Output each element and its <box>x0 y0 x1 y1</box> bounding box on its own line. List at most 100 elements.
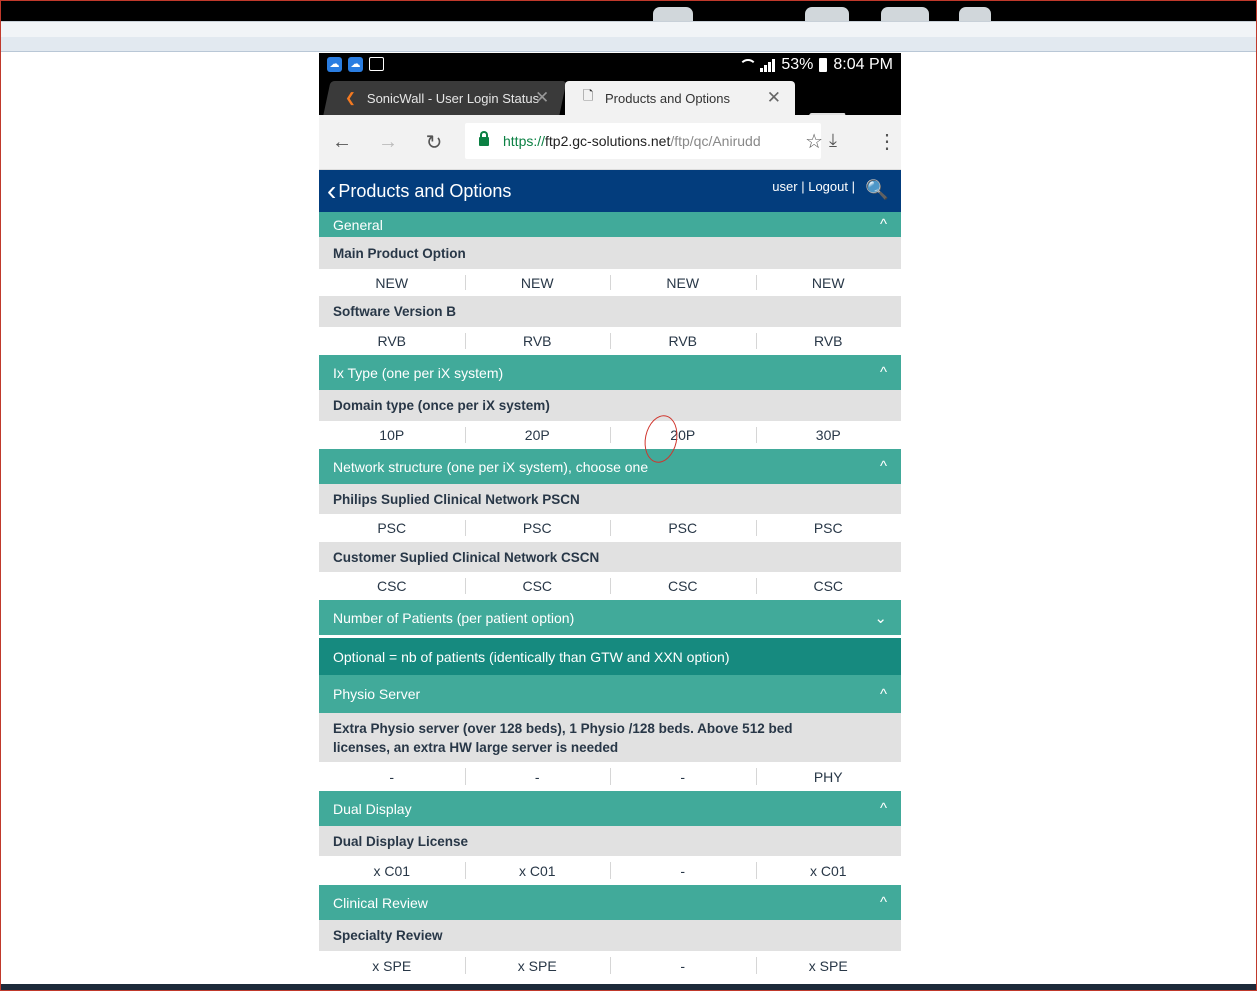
section-title: General <box>333 216 383 233</box>
download-icon[interactable]: ⤓ <box>829 130 837 151</box>
chevron-down-icon[interactable]: ⌄ <box>874 609 887 627</box>
back-chevron-icon[interactable]: ‹ <box>327 177 336 205</box>
section-header-clinical-review[interactable]: Clinical Review ^ <box>319 885 901 920</box>
value-cell[interactable]: NEW <box>610 269 756 296</box>
value-cell[interactable]: PSC <box>464 514 611 542</box>
value-cell[interactable]: 20P <box>464 421 611 449</box>
value-row: RVB RVB RVB RVB <box>319 327 901 355</box>
section-header-physio-server[interactable]: Physio Server ^ <box>319 675 901 713</box>
search-icon[interactable]: 🔍 <box>865 178 889 202</box>
value-row: PSC PSC PSC PSC <box>319 514 901 542</box>
section-header-dual-display[interactable]: Dual Display ^ <box>319 791 901 826</box>
bookmark-star-icon[interactable]: ☆ <box>805 129 823 154</box>
reload-icon[interactable]: ↻ <box>411 130 457 155</box>
close-icon[interactable]: ✕ <box>767 88 781 108</box>
value-cell[interactable]: CSC <box>464 572 611 600</box>
value-cell[interactable]: 10P <box>319 421 465 449</box>
option-label: Software Version B <box>319 296 901 327</box>
value-cell[interactable]: RVB <box>319 327 465 355</box>
value-cell[interactable]: NEW <box>464 269 611 296</box>
app-header: ‹ Products and Options user | Logout | 🔍 <box>319 170 901 212</box>
value-cell[interactable]: x C01 <box>319 856 465 885</box>
chevron-up-icon[interactable]: ^ <box>880 364 887 381</box>
signal-icon <box>760 58 776 72</box>
desktop-toolbar-lower <box>1 37 1256 52</box>
address-bar[interactable]: https:// ftp2.gc-solutions.net /ftp/qc/A… <box>465 123 823 159</box>
section-header-general[interactable]: General ^ <box>319 212 901 237</box>
logout-link[interactable]: Logout <box>808 179 848 194</box>
clock: 8:04 PM <box>833 56 893 73</box>
value-row: - - - PHY <box>319 762 901 791</box>
section-title: Ix Type (one per iX system) <box>333 364 504 381</box>
value-cell[interactable]: - <box>319 762 465 791</box>
value-cell[interactable]: x C01 <box>755 856 902 885</box>
separator: | <box>801 179 805 194</box>
section-title: Clinical Review <box>333 894 428 911</box>
url-scheme: https:// <box>503 133 546 149</box>
section-title: Dual Display <box>333 800 412 817</box>
value-cell[interactable]: PHY <box>755 762 902 791</box>
overflow-menu-icon[interactable]: ⋮ <box>877 129 897 154</box>
value-cell[interactable]: RVB <box>464 327 611 355</box>
section-title: Network structure (one per iX system), c… <box>333 458 649 475</box>
desktop-frame: ☁ ☁ 53% 8:04 PM ❮ SonicWall - User Login… <box>0 0 1257 991</box>
chevron-up-icon[interactable]: ^ <box>880 686 887 703</box>
browser-tab-strip: ❮ SonicWall - User Login Status ✕ 🗋 Prod… <box>319 77 901 129</box>
options-list: General ^ Main Product Option NEW NEW NE… <box>319 212 901 980</box>
tab-title: SonicWall - User Login Status <box>367 90 540 106</box>
forward-arrow-icon[interactable]: → <box>365 131 411 154</box>
value-cell[interactable]: - <box>610 856 756 885</box>
back-arrow-icon[interactable]: ← <box>319 131 365 154</box>
separator: | <box>851 179 855 194</box>
value-cell[interactable]: - <box>610 762 756 791</box>
value-cell[interactable]: - <box>464 762 611 791</box>
value-cell[interactable]: 20P <box>610 421 756 449</box>
value-cell[interactable]: NEW <box>319 269 465 296</box>
value-cell[interactable]: 30P <box>755 421 902 449</box>
chevron-up-icon[interactable]: ^ <box>880 800 887 817</box>
value-cell[interactable]: PSC <box>755 514 902 542</box>
value-cell[interactable]: x SPE <box>319 951 465 980</box>
battery-percent: 53% <box>781 56 814 73</box>
gallery-icon <box>369 57 384 71</box>
chevron-up-icon[interactable]: ^ <box>880 894 887 911</box>
desktop-taskbar <box>1 984 1256 990</box>
section-header-network-structure[interactable]: Network structure (one per iX system), c… <box>319 449 901 484</box>
value-row: x C01 x C01 - x C01 <box>319 856 901 885</box>
option-label: Specialty Review <box>319 920 901 951</box>
value-cell[interactable]: x C01 <box>464 856 611 885</box>
value-row: CSC CSC CSC CSC <box>319 572 901 600</box>
tab-products-and-options[interactable]: 🗋 Products and Options ✕ <box>565 81 795 115</box>
notification-icon: ☁ <box>327 57 342 72</box>
chevron-up-icon[interactable]: ^ <box>880 216 887 233</box>
section-header-ix-type[interactable]: Ix Type (one per iX system) ^ <box>319 355 901 390</box>
value-cell[interactable]: CSC <box>755 572 902 600</box>
desktop-top-bar <box>1 1 1256 21</box>
value-cell[interactable]: PSC <box>319 514 465 542</box>
value-cell[interactable]: NEW <box>755 269 902 296</box>
chevron-up-icon[interactable]: ^ <box>880 458 887 475</box>
value-cell[interactable]: x SPE <box>755 951 902 980</box>
status-bar: ☁ ☁ 53% 8:04 PM <box>319 53 901 77</box>
cloud-app-icon: ☁ <box>348 57 363 72</box>
option-label: Main Product Option <box>319 237 901 269</box>
page-title: Products and Options <box>338 180 512 201</box>
close-icon[interactable]: ✕ <box>535 88 549 108</box>
tab-sonicwall[interactable]: ❮ SonicWall - User Login Status ✕ <box>323 81 567 115</box>
option-label: Dual Display License <box>319 826 901 856</box>
url-host: ftp2.gc-solutions.net <box>545 133 671 149</box>
section-header-number-of-patients[interactable]: Number of Patients (per patient option) … <box>319 600 901 635</box>
value-cell[interactable]: RVB <box>755 327 902 355</box>
section-title: Number of Patients (per patient option) <box>333 609 575 626</box>
value-cell[interactable]: CSC <box>610 572 756 600</box>
header-links: user | Logout | <box>772 179 855 194</box>
value-cell[interactable]: - <box>610 951 756 980</box>
value-cell[interactable]: RVB <box>610 327 756 355</box>
section-title: Physio Server <box>333 686 421 702</box>
user-link[interactable]: user <box>772 179 797 194</box>
value-cell[interactable]: PSC <box>610 514 756 542</box>
value-cell[interactable]: x SPE <box>464 951 611 980</box>
desktop-toolbar <box>1 21 1256 38</box>
url-path: /ftp/qc/Anirudd <box>670 133 761 149</box>
value-cell[interactable]: CSC <box>319 572 465 600</box>
